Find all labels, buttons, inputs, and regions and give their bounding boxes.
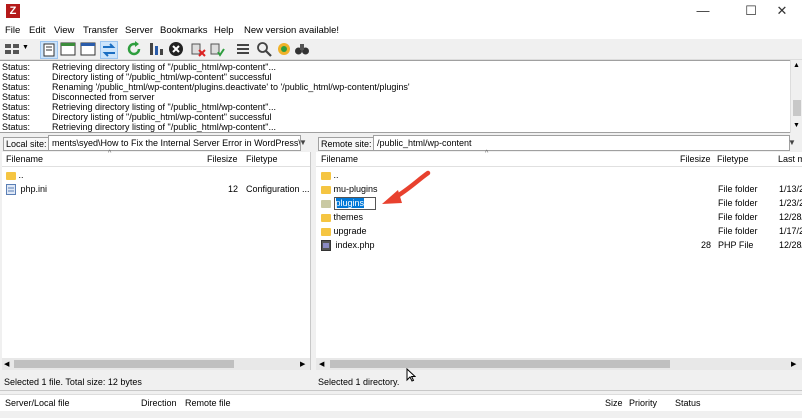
scroll-left-icon[interactable]: ◀ bbox=[319, 360, 324, 368]
message-log[interactable]: Status: Retrieving directory listing of "… bbox=[0, 60, 790, 133]
remote-hscroll-thumb[interactable] bbox=[330, 360, 670, 368]
site-manager-icon[interactable] bbox=[4, 41, 20, 57]
local-row-parent[interactable]: .. bbox=[6, 168, 24, 182]
queue-col-size[interactable]: Size bbox=[605, 398, 623, 408]
menu-file[interactable]: File bbox=[5, 25, 20, 36]
folder-icon bbox=[321, 227, 331, 236]
toggle-remote-tree-icon[interactable] bbox=[80, 41, 96, 57]
local-site-label: Local site: bbox=[3, 137, 50, 151]
refresh-icon[interactable] bbox=[126, 41, 142, 57]
menu-bar bbox=[0, 22, 802, 39]
menu-new-version[interactable]: New version available! bbox=[244, 25, 339, 36]
reconnect-icon[interactable] bbox=[209, 41, 225, 57]
toolbar bbox=[0, 39, 802, 60]
remote-row-themes[interactable]: themes File folder 12/28/ bbox=[321, 210, 802, 224]
local-path-input[interactable]: ments\syed\How to Fix the Internal Serve… bbox=[48, 135, 301, 151]
cancel-icon[interactable] bbox=[168, 41, 184, 57]
remote-col-last-modified[interactable]: Last m bbox=[778, 152, 802, 166]
binoculars-icon[interactable] bbox=[294, 41, 310, 57]
menu-server[interactable]: Server bbox=[125, 25, 153, 36]
local-row-php-ini[interactable]: php.ini 12 Configuration ... bbox=[6, 182, 310, 196]
folder-icon bbox=[6, 171, 16, 180]
remote-row-parent[interactable]: .. bbox=[321, 168, 339, 182]
remote-col-filename[interactable]: Filename bbox=[321, 152, 358, 166]
queue-col-server-local-file[interactable]: Server/Local file bbox=[5, 398, 70, 408]
log-scrollbar[interactable]: ▲ ▼ bbox=[790, 60, 802, 133]
transfer-queue-icon[interactable] bbox=[100, 41, 118, 59]
remote-hscrollbar[interactable]: ◀ ▶ bbox=[316, 358, 802, 370]
scroll-down-icon[interactable]: ▼ bbox=[793, 122, 800, 129]
sort-indicator-icon: ^ bbox=[108, 150, 112, 157]
toggle-local-tree-icon[interactable] bbox=[60, 41, 76, 57]
rename-input[interactable]: plugins bbox=[333, 197, 376, 211]
folder-icon bbox=[321, 185, 331, 194]
menu-edit[interactable]: Edit bbox=[29, 25, 45, 36]
scroll-up-icon[interactable]: ▲ bbox=[793, 62, 800, 69]
remote-row-upgrade[interactable]: upgrade File folder 1/17/2 bbox=[321, 224, 802, 238]
local-col-filesize[interactable]: Filesize bbox=[207, 152, 238, 166]
title-bar bbox=[0, 0, 802, 22]
filter-icon[interactable] bbox=[148, 41, 164, 57]
scroll-left-icon[interactable]: ◀ bbox=[4, 360, 9, 368]
chevron-down-icon[interactable]: ▼ bbox=[22, 44, 29, 51]
scroll-right-icon[interactable]: ▶ bbox=[300, 360, 305, 368]
queue-col-priority[interactable]: Priority bbox=[629, 398, 657, 408]
local-path-dropdown-icon[interactable]: ▼ bbox=[297, 136, 309, 149]
local-hscrollbar[interactable]: ◀ ▶ bbox=[2, 358, 310, 370]
config-file-icon bbox=[6, 184, 16, 196]
directory-filter-icon[interactable] bbox=[235, 41, 251, 57]
remote-site-label: Remote site: bbox=[318, 137, 375, 151]
menu-transfer[interactable]: Transfer bbox=[83, 25, 118, 36]
divider bbox=[0, 390, 802, 391]
php-file-icon bbox=[321, 240, 331, 252]
local-status-text: Selected 1 file. Total size: 12 bytes bbox=[4, 377, 142, 387]
remote-status-text: Selected 1 directory. bbox=[318, 377, 400, 387]
minimize-button[interactable]: — bbox=[683, 0, 723, 22]
remote-row-index-php[interactable]: index.php 28 PHP File 12/28/ bbox=[321, 238, 802, 252]
remote-path-dropdown-icon[interactable]: ▼ bbox=[786, 136, 798, 149]
search-icon[interactable] bbox=[256, 41, 272, 57]
close-button[interactable]: ✕ bbox=[762, 0, 802, 22]
local-col-filename[interactable]: Filename bbox=[6, 152, 43, 166]
scroll-right-icon[interactable]: ▶ bbox=[791, 360, 796, 368]
queue-col-remote-file[interactable]: Remote file bbox=[185, 398, 231, 408]
mouse-cursor-icon bbox=[406, 367, 417, 384]
queue-col-status[interactable]: Status bbox=[675, 398, 701, 408]
menu-help[interactable]: Help bbox=[214, 25, 234, 36]
sort-indicator-icon: ^ bbox=[485, 150, 489, 157]
log-scroll-thumb[interactable] bbox=[793, 100, 801, 116]
folder-icon bbox=[321, 213, 331, 222]
sync-browsing-icon[interactable] bbox=[276, 41, 292, 57]
disconnect-icon[interactable] bbox=[190, 41, 206, 57]
filezilla-icon: Z bbox=[6, 4, 20, 18]
menu-bookmarks[interactable]: Bookmarks bbox=[160, 25, 208, 36]
remote-path-input[interactable]: /public_html/wp-content bbox=[373, 135, 790, 151]
toggle-log-icon[interactable] bbox=[40, 41, 58, 59]
local-hscroll-thumb[interactable] bbox=[14, 360, 234, 368]
menu-view[interactable]: View bbox=[54, 25, 74, 36]
remote-col-filesize[interactable]: Filesize bbox=[680, 152, 711, 166]
queue-col-direction[interactable]: Direction bbox=[141, 398, 177, 408]
folder-icon bbox=[321, 199, 331, 208]
local-col-filetype[interactable]: Filetype bbox=[246, 152, 278, 166]
remote-col-filetype[interactable]: Filetype bbox=[717, 152, 749, 166]
red-arrow-annotation bbox=[382, 170, 431, 204]
folder-icon bbox=[321, 171, 331, 180]
